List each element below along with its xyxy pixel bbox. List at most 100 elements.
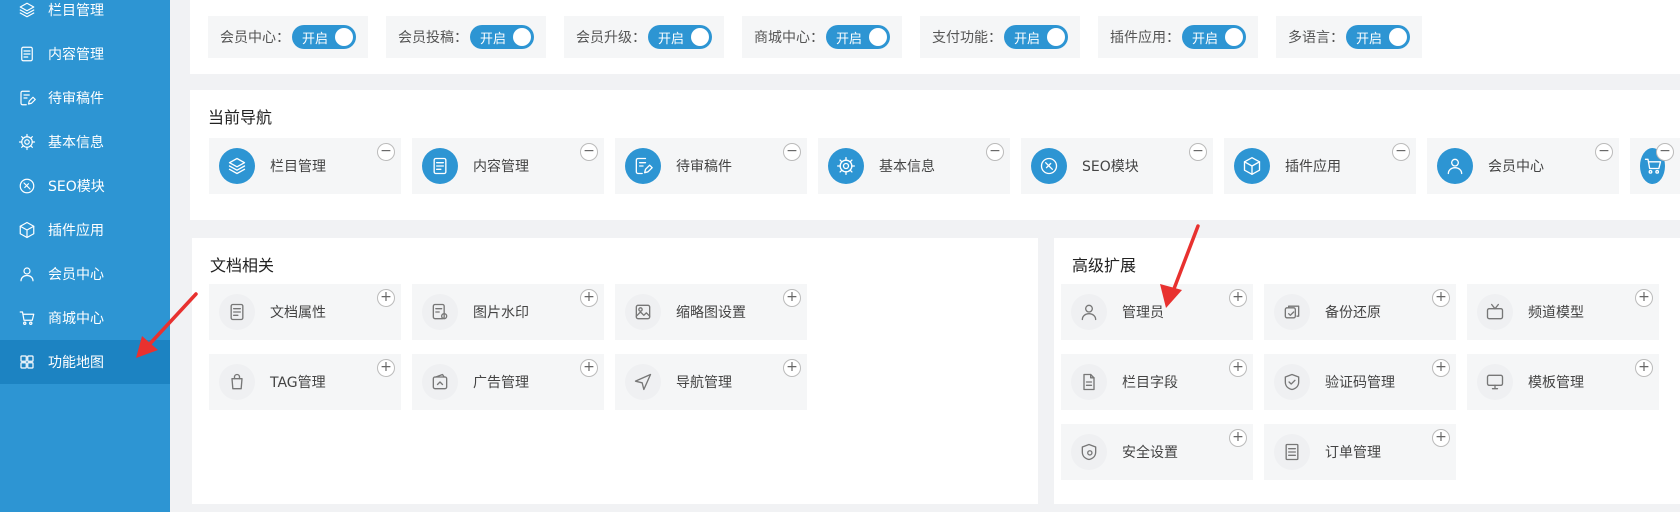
toggle-switch[interactable]: 开启: [1004, 25, 1068, 49]
nav-card[interactable]: 内容管理 −: [412, 138, 604, 194]
toggle-knob: [869, 28, 887, 46]
card-label: 缩略图设置: [676, 305, 746, 321]
switch-label: 插件应用：: [1110, 30, 1180, 46]
card-label: 待审稿件: [676, 159, 732, 175]
cart-icon: [18, 309, 36, 327]
card-label: 验证码管理: [1325, 375, 1395, 391]
remove-icon[interactable]: −: [1656, 143, 1674, 161]
card-label: 内容管理: [473, 159, 529, 175]
switch-item: 支付功能： 开启: [920, 16, 1080, 58]
nav-card[interactable]: 验证码管理 +: [1264, 354, 1456, 410]
nav-card[interactable]: 图片水印 +: [412, 284, 604, 340]
toggle-state: 开启: [1356, 31, 1383, 47]
user-icon: [18, 265, 36, 283]
switch-label: 会员投稿：: [398, 30, 468, 46]
nav-card[interactable]: 广告管理 +: [412, 354, 604, 410]
edit-doc-icon: [18, 89, 36, 107]
nav-card[interactable]: TAG管理 +: [209, 354, 401, 410]
compass-icon: [18, 177, 36, 195]
nav-card[interactable]: 插件应用 −: [1224, 138, 1416, 194]
add-icon[interactable]: +: [377, 289, 395, 307]
advanced-title: 高级扩展: [1072, 256, 1137, 275]
remove-icon[interactable]: −: [783, 143, 801, 161]
gear-icon: [828, 148, 864, 184]
add-icon[interactable]: +: [580, 289, 598, 307]
sidebar-item[interactable]: 待审稿件: [0, 76, 170, 120]
nav-card[interactable]: 导航管理 +: [615, 354, 807, 410]
sidebar-item[interactable]: 基本信息: [0, 120, 170, 164]
card-label: 模板管理: [1528, 375, 1584, 391]
add-icon[interactable]: +: [580, 359, 598, 377]
remove-icon[interactable]: −: [986, 143, 1004, 161]
navigation-icon: [625, 364, 661, 400]
sidebar-item-label: 栏目管理: [48, 3, 104, 19]
nav-card[interactable]: 待审稿件 −: [615, 138, 807, 194]
remove-icon[interactable]: −: [580, 143, 598, 161]
cube-icon: [18, 221, 36, 239]
add-icon[interactable]: +: [1229, 359, 1247, 377]
switch-item: 会员投稿： 开启: [386, 16, 546, 58]
monitor-icon: [1477, 364, 1513, 400]
toggle-switch[interactable]: 开启: [648, 25, 712, 49]
card-label: 备份还原: [1325, 305, 1381, 321]
toggle-knob: [335, 28, 353, 46]
tv-icon: [1477, 294, 1513, 330]
nav-card[interactable]: SEO模块 −: [1021, 138, 1213, 194]
add-icon[interactable]: +: [377, 359, 395, 377]
add-icon[interactable]: +: [1432, 289, 1450, 307]
nav-card[interactable]: 订单管理 +: [1264, 424, 1456, 480]
sidebar-item[interactable]: 内容管理: [0, 32, 170, 76]
sidebar-item[interactable]: SEO模块: [0, 164, 170, 208]
user-icon: [1071, 294, 1107, 330]
toggle-switch[interactable]: 开启: [292, 25, 356, 49]
grid-icon: [18, 353, 36, 371]
compass-icon: [1031, 148, 1067, 184]
toggle-state: 开启: [480, 31, 507, 47]
document-icon: [422, 148, 458, 184]
card-label: 订单管理: [1325, 445, 1381, 461]
add-icon[interactable]: +: [1432, 429, 1450, 447]
toggle-state: 开启: [836, 31, 863, 47]
nav-card[interactable]: 文档属性 +: [209, 284, 401, 340]
add-icon[interactable]: +: [783, 289, 801, 307]
switch-row: 会员中心： 开启 会员投稿： 开启 会员升级： 开启 商城中心： 开启 支付功能： 开启 插件应用：…: [208, 16, 1422, 58]
layers-icon: [219, 148, 255, 184]
nav-card[interactable]: 会员中心 −: [1427, 138, 1619, 194]
nav-card[interactable]: 安全设置 +: [1061, 424, 1253, 480]
toggle-switch[interactable]: 开启: [1182, 25, 1246, 49]
card-label: 插件应用: [1285, 159, 1341, 175]
add-icon[interactable]: +: [1432, 359, 1450, 377]
watermark-icon: [422, 294, 458, 330]
nav-card[interactable]: 模板管理 +: [1467, 354, 1659, 410]
add-icon[interactable]: +: [783, 359, 801, 377]
sidebar-item[interactable]: 插件应用: [0, 208, 170, 252]
sidebar-item[interactable]: 栏目管理: [0, 0, 170, 32]
nav-card[interactable]: 基本信息 −: [818, 138, 1010, 194]
nav-card[interactable]: 备份还原 +: [1264, 284, 1456, 340]
switch-label: 商城中心：: [754, 30, 824, 46]
card-label: 频道模型: [1528, 305, 1584, 321]
nav-card[interactable]: 栏目字段 +: [1061, 354, 1253, 410]
toggle-knob: [1389, 28, 1407, 46]
nav-card[interactable]: −: [1630, 138, 1680, 194]
nav-card[interactable]: 频道模型 +: [1467, 284, 1659, 340]
add-icon[interactable]: +: [1635, 289, 1653, 307]
nav-card[interactable]: 栏目管理 −: [209, 138, 401, 194]
remove-icon[interactable]: −: [1392, 143, 1410, 161]
toggle-state: 开启: [1014, 31, 1041, 47]
toggle-switch[interactable]: 开启: [470, 25, 534, 49]
toggle-switch[interactable]: 开启: [826, 25, 890, 49]
docs-title: 文档相关: [210, 256, 275, 275]
image-icon: [625, 294, 661, 330]
add-icon[interactable]: +: [1229, 429, 1247, 447]
nav-card[interactable]: 缩略图设置 +: [615, 284, 807, 340]
add-icon[interactable]: +: [1229, 289, 1247, 307]
gear-icon: [18, 133, 36, 151]
remove-icon[interactable]: −: [1189, 143, 1207, 161]
backup-icon: [1274, 294, 1310, 330]
toggle-switch[interactable]: 开启: [1346, 25, 1410, 49]
add-icon[interactable]: +: [1635, 359, 1653, 377]
remove-icon[interactable]: −: [377, 143, 395, 161]
remove-icon[interactable]: −: [1595, 143, 1613, 161]
card-label: 栏目管理: [270, 159, 326, 175]
